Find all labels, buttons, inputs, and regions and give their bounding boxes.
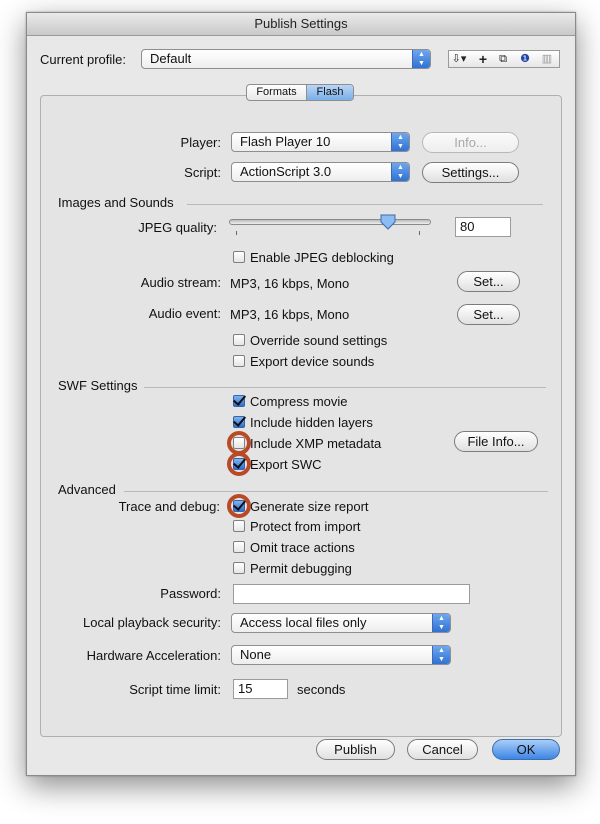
local-playback-security-label: Local playback security: — [82, 615, 221, 630]
current-profile-label: Current profile: — [40, 52, 126, 67]
publish-settings-window: Publish Settings Current profile: Defaul… — [26, 12, 576, 776]
ok-button[interactable]: OK — [492, 739, 560, 760]
compress-movie-checkbox[interactable] — [233, 395, 245, 407]
window-title: Publish Settings — [27, 13, 575, 36]
duplicate-profile-icon[interactable]: ⧉ — [495, 51, 511, 67]
tab-bar: Formats Flash — [246, 84, 354, 101]
export-device-sounds-label: Export device sounds — [250, 354, 375, 369]
audio-event-value: MP3, 16 kbps, Mono — [230, 307, 350, 322]
generate-size-report-label: Generate size report — [250, 499, 369, 514]
trace-debug-label: Trace and debug: — [118, 499, 220, 514]
section-divider — [144, 387, 546, 388]
local-playback-security-value: Access local files only — [240, 615, 367, 630]
slider-tick — [236, 231, 237, 235]
export-swc-label: Export SWC — [250, 457, 322, 472]
enable-jpeg-deblocking-checkbox[interactable] — [233, 251, 245, 263]
images-sounds-heading: Images and Sounds — [58, 195, 174, 210]
script-label: Script: — [184, 165, 221, 180]
omit-trace-actions-checkbox[interactable] — [233, 541, 245, 553]
hardware-acceleration-select[interactable]: None ▲ ▼ — [231, 645, 451, 665]
include-hidden-layers-label: Include hidden layers — [250, 415, 373, 430]
hardware-acceleration-label: Hardware Acceleration: — [86, 648, 221, 663]
audio-event-label: Audio event: — [148, 306, 221, 321]
chevron-updown-icon: ▲ ▼ — [391, 163, 409, 181]
jpeg-quality-label: JPEG quality: — [138, 220, 217, 235]
script-settings-button[interactable]: Settings... — [422, 162, 519, 183]
chevron-updown-icon: ▲ ▼ — [432, 614, 450, 632]
audio-stream-set-button[interactable]: Set... — [457, 271, 520, 292]
omit-trace-actions-label: Omit trace actions — [250, 540, 355, 555]
enable-jpeg-deblocking-label: Enable JPEG deblocking — [250, 250, 394, 265]
advanced-heading: Advanced — [58, 482, 116, 497]
file-info-button[interactable]: File Info... — [454, 431, 538, 452]
permit-debugging-checkbox[interactable] — [233, 562, 245, 574]
audio-stream-label: Audio stream: — [140, 275, 221, 290]
jpeg-quality-input[interactable]: 80 — [455, 217, 511, 237]
player-value: Flash Player 10 — [240, 134, 331, 149]
chevron-updown-icon: ▲ ▼ — [412, 50, 430, 68]
jpeg-quality-slider-thumb[interactable] — [380, 214, 396, 230]
export-device-sounds-checkbox[interactable] — [233, 355, 245, 367]
audio-event-set-button[interactable]: Set... — [457, 304, 520, 325]
section-divider — [187, 204, 543, 205]
protect-from-import-checkbox[interactable] — [233, 520, 245, 532]
audio-stream-value: MP3, 16 kbps, Mono — [230, 276, 350, 291]
permit-debugging-label: Permit debugging — [250, 561, 352, 576]
current-profile-value: Default — [150, 51, 192, 66]
current-profile-select[interactable]: Default ▲ ▼ — [141, 49, 431, 69]
publish-button[interactable]: Publish — [316, 739, 395, 760]
script-time-limit-label: Script time limit: — [129, 682, 221, 697]
include-xmp-metadata-label: Include XMP metadata — [250, 436, 382, 451]
tab-formats[interactable]: Formats — [247, 85, 307, 100]
cancel-button[interactable]: Cancel — [407, 739, 478, 760]
trash-icon[interactable]: ▥ — [539, 51, 555, 67]
script-time-limit-input[interactable]: 15 — [233, 679, 288, 699]
protect-from-import-label: Protect from import — [250, 519, 361, 534]
info-button[interactable]: Info... — [422, 132, 519, 153]
password-input[interactable] — [233, 584, 470, 604]
override-sound-label: Override sound settings — [250, 333, 388, 348]
chevron-updown-icon: ▲ ▼ — [432, 646, 450, 664]
highlight-circle-size-report — [227, 494, 251, 518]
player-label: Player: — [180, 135, 221, 150]
profile-info-icon[interactable]: ❶ — [517, 51, 533, 67]
section-divider — [124, 491, 548, 492]
override-sound-checkbox[interactable] — [233, 334, 245, 346]
jpeg-quality-slider-track[interactable] — [229, 219, 431, 225]
password-label: Password: — [160, 586, 221, 601]
swf-settings-heading: SWF Settings — [58, 378, 138, 393]
include-hidden-layers-checkbox[interactable] — [233, 416, 245, 428]
compress-movie-label: Compress movie — [250, 394, 348, 409]
script-value: ActionScript 3.0 — [240, 164, 332, 179]
highlight-circle-swc — [227, 452, 251, 476]
local-playback-security-select[interactable]: Access local files only ▲ ▼ — [231, 613, 451, 633]
add-profile-icon[interactable]: + — [475, 51, 491, 67]
script-time-limit-unit: seconds — [297, 682, 346, 697]
tab-flash[interactable]: Flash — [307, 85, 353, 100]
hardware-acceleration-value: None — [240, 647, 272, 662]
chevron-updown-icon: ▲ ▼ — [391, 133, 409, 151]
player-select[interactable]: Flash Player 10 ▲ ▼ — [231, 132, 410, 152]
slider-tick — [419, 231, 420, 235]
import-export-icon[interactable]: ⇩▾ — [451, 51, 467, 67]
profile-toolbar: ⇩▾ + ⧉ ❶ ▥ — [448, 50, 560, 68]
script-select[interactable]: ActionScript 3.0 ▲ ▼ — [231, 162, 410, 182]
